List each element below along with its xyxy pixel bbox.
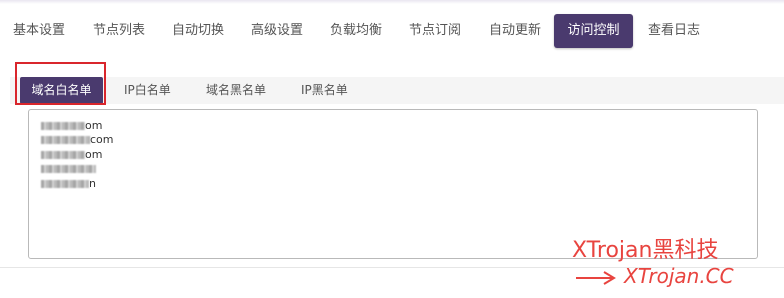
tab-advanced-settings[interactable]: 高级设置 xyxy=(251,14,303,48)
domain-entry: om xyxy=(41,119,102,132)
tab-node-list[interactable]: 节点列表 xyxy=(93,14,145,48)
tab-load-balance[interactable]: 负载均衡 xyxy=(330,14,382,48)
domain-entry: om xyxy=(41,148,102,161)
redacted-domain xyxy=(41,122,85,130)
top-shadow xyxy=(0,0,784,4)
tab-basic-settings[interactable]: 基本设置 xyxy=(13,14,65,48)
domain-entry: com xyxy=(41,133,114,146)
watermark-site: XTrojan.CC xyxy=(624,264,734,288)
subtab-ip-whitelist[interactable]: IP白名单 xyxy=(124,77,171,104)
redacted-domain xyxy=(41,180,89,188)
subtab-domain-blacklist[interactable]: 域名黑名单 xyxy=(206,77,266,104)
subtab-ip-blacklist[interactable]: IP黑名单 xyxy=(301,77,348,104)
domain-entry xyxy=(41,162,96,175)
tab-view-logs[interactable]: 查看日志 xyxy=(648,14,700,48)
domain-entry: n xyxy=(41,177,96,190)
tab-node-subscription[interactable]: 节点订阅 xyxy=(409,14,461,48)
arrow-right-icon xyxy=(576,271,616,285)
main-tab-bar: 基本设置 节点列表 自动切换 高级设置 负载均衡 节点订阅 自动更新 访问控制 … xyxy=(0,14,784,48)
redacted-domain xyxy=(41,165,96,173)
tab-auto-switch[interactable]: 自动切换 xyxy=(172,14,224,48)
tab-access-control[interactable]: 访问控制 xyxy=(554,14,633,48)
watermark-brand: XTrojan黑科技 xyxy=(572,238,719,263)
subtab-domain-whitelist[interactable]: 域名白名单 xyxy=(20,77,103,104)
redacted-domain xyxy=(41,136,90,144)
redacted-domain xyxy=(41,151,85,159)
tab-auto-update[interactable]: 自动更新 xyxy=(489,14,541,48)
